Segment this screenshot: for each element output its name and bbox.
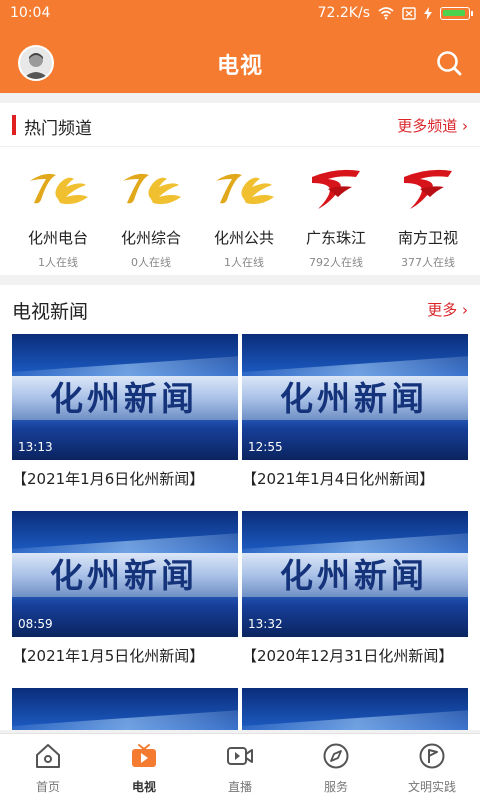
thumbnail-text: 化州新闻 (280, 379, 428, 418)
video-card[interactable]: 化州新闻 13:32 【2020年12月31日化州新闻】 (242, 511, 468, 666)
tv-news-section: 电视新闻 更多 › 化州新闻 13:13 【2021年1月6日化州新闻】 化州新… (0, 285, 480, 730)
nav-item-live[interactable]: 直播 (192, 742, 288, 795)
video-thumbnail: 化州新闻 08:59 (12, 511, 238, 637)
video-camera-icon (227, 747, 253, 765)
video-title: 【2021年1月4日化州新闻】 (242, 470, 435, 488)
channel-online-count: 792人在线 (309, 256, 363, 269)
video-duration: 13:32 (248, 617, 283, 631)
channel-name: 广东珠江 (305, 229, 366, 247)
home-icon (36, 744, 60, 768)
nav-label: 服务 (323, 780, 348, 794)
thumbnail-text: 化州新闻 (50, 556, 198, 595)
wifi-icon (378, 6, 394, 19)
channel-item[interactable]: 南方卫视 377人在线 (382, 163, 474, 270)
channel-online-count: 0人在线 (131, 256, 171, 269)
channel-item[interactable]: 化州公共 1人在线 (198, 163, 290, 270)
more-channels-label: 更多频道 (397, 117, 458, 135)
battery-icon (440, 6, 473, 20)
video-card[interactable] (242, 688, 468, 730)
tv-news-title: 电视新闻 (12, 301, 89, 323)
section-accent-bar (12, 115, 16, 135)
compass-icon (323, 743, 349, 769)
chevron-right-icon: › (462, 117, 468, 135)
video-title: 【2020年12月31日化州新闻】 (242, 647, 454, 665)
video-thumbnail (242, 688, 468, 730)
more-news-label: 更多 (427, 301, 458, 319)
thumbnail-glow (12, 709, 238, 730)
nav-item-service[interactable]: 服务 (288, 742, 384, 795)
channel-item[interactable]: 化州电台 1人在线 (12, 163, 104, 270)
video-title: 【2021年1月6日化州新闻】 (12, 470, 205, 488)
video-thumbnail (12, 688, 238, 730)
channel-item[interactable]: 化州综合 0人在线 (105, 163, 197, 270)
channel-list: 化州电台 1人在线 化州综合 0人在线 化州公共 1人在线 广东珠江 792人在… (0, 163, 480, 273)
channel-online-count: 377人在线 (401, 256, 455, 269)
thumbnail-text: 化州新闻 (50, 379, 198, 418)
more-news-link[interactable]: 更多 › (427, 299, 468, 320)
network-speed: 72.2K/s (317, 5, 370, 21)
video-thumbnail: 化州新闻 12:55 (242, 334, 468, 460)
app-header: 10:04 72.2K/s 电视 (0, 0, 480, 93)
hot-channels-header: 热门频道 更多频道 › (0, 103, 480, 147)
page-title: 电视 (216, 54, 263, 79)
channel-name: 化州公共 (213, 229, 274, 247)
video-duration: 08:59 (18, 617, 53, 631)
gold-tv-logo-icon (30, 173, 88, 205)
video-title: 【2021年1月5日化州新闻】 (12, 647, 205, 665)
channel-item[interactable]: 广东珠江 792人在线 (290, 163, 382, 270)
status-time: 10:04 (10, 5, 51, 21)
charging-icon (424, 6, 432, 20)
nav-label: 直播 (227, 780, 252, 794)
video-card[interactable]: 化州新闻 08:59 【2021年1月5日化州新闻】 (12, 511, 238, 666)
hot-channels-title: 热门频道 (24, 119, 92, 139)
nav-item-home[interactable]: 首页 (0, 742, 96, 795)
thumbnail-text: 化州新闻 (280, 556, 428, 595)
video-thumbnail: 化州新闻 13:13 (12, 334, 238, 460)
nav-label: 电视 (131, 780, 156, 794)
status-bar: 10:04 72.2K/s (0, 0, 480, 28)
tv-icon (132, 744, 156, 767)
flag-icon (419, 743, 445, 769)
bottom-navigation: 首页 电视 直播 服务 文明实践 (0, 733, 480, 800)
video-duration: 13:13 (18, 440, 53, 454)
nav-label: 首页 (35, 780, 60, 794)
nav-item-tv[interactable]: 电视 (96, 742, 192, 795)
channel-online-count: 1人在线 (38, 256, 78, 269)
gold-tv-logo-icon (123, 173, 181, 205)
video-thumbnail: 化州新闻 13:32 (242, 511, 468, 637)
red-gdtv-logo-icon (404, 169, 452, 209)
video-card[interactable] (12, 688, 238, 730)
channel-online-count: 1人在线 (224, 256, 264, 269)
nav-label: 文明实践 (407, 780, 456, 794)
nav-item-civilization[interactable]: 文明实践 (384, 742, 480, 795)
chevron-right-icon: › (462, 301, 468, 319)
more-channels-link[interactable]: 更多频道 › (397, 115, 468, 136)
sim-icon (402, 6, 416, 20)
video-card[interactable]: 化州新闻 12:55 【2021年1月4日化州新闻】 (242, 334, 468, 489)
gold-tv-logo-icon (216, 173, 274, 205)
thumbnail-glow (242, 709, 468, 730)
hot-channels-section: 热门频道 更多频道 › 化州电台 1人在线 化州综合 0人在线 化州公共 1人在… (0, 103, 480, 275)
status-icons: 72.2K/s (317, 5, 473, 21)
video-duration: 12:55 (248, 440, 283, 454)
channel-name: 化州电台 (27, 229, 88, 247)
search-icon[interactable] (435, 49, 463, 77)
video-card[interactable]: 化州新闻 13:13 【2021年1月6日化州新闻】 (12, 334, 238, 489)
channel-name: 化州综合 (120, 229, 181, 247)
red-gdtv-logo-icon (312, 169, 360, 209)
channel-name: 南方卫视 (397, 229, 458, 247)
